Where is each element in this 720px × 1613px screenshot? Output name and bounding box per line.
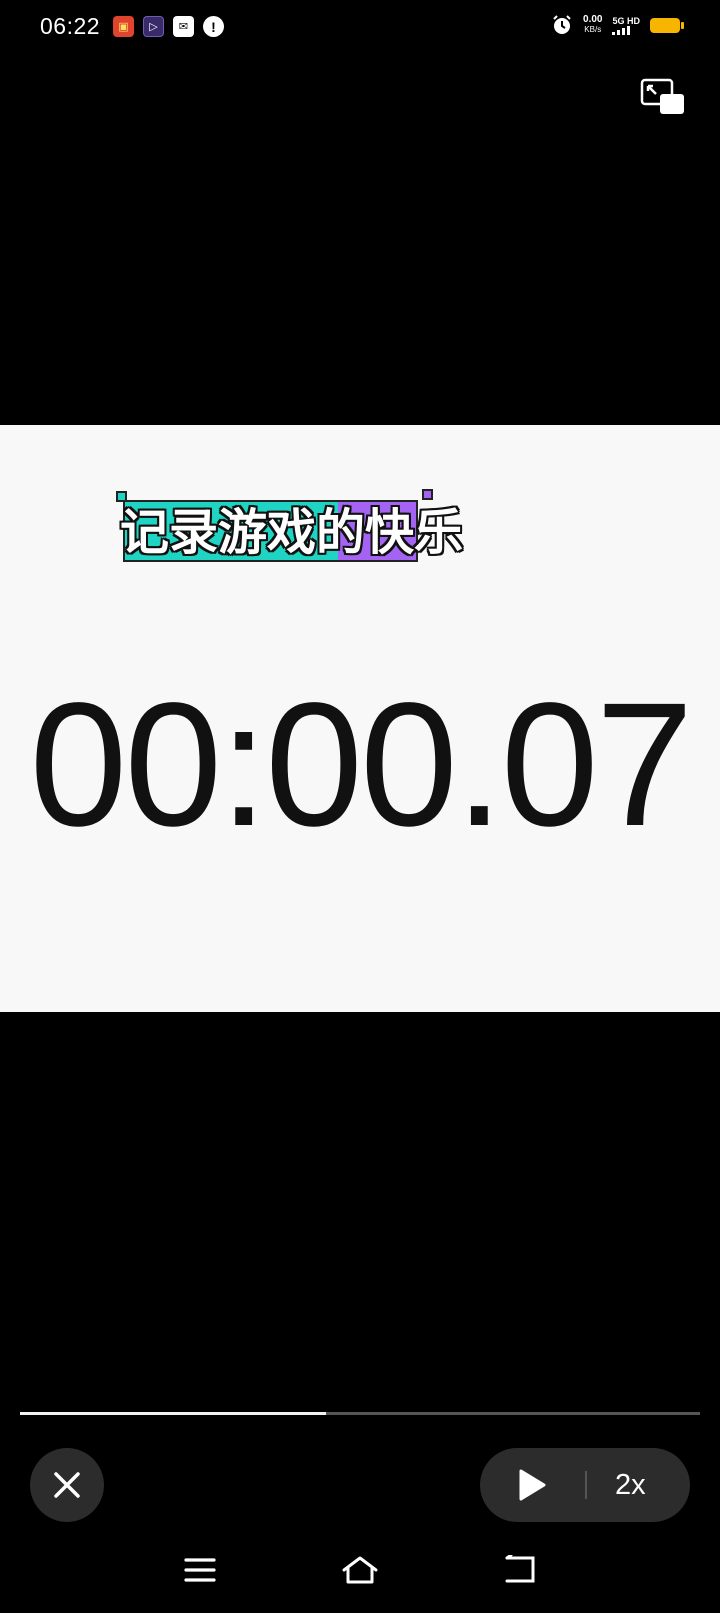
controls-divider [585,1471,587,1499]
network-speed-unit: KB/s [584,25,602,34]
video-frame[interactable]: 记录游戏的快乐 00:00.07 [0,425,720,1012]
menu-icon [184,1558,216,1582]
network-indicator: 5G HD [612,16,640,35]
back-icon [505,1555,535,1583]
signal-bars-icon [612,25,631,35]
stopwatch-display: 00:00.07 [29,667,693,863]
nav-home-button[interactable] [340,1550,380,1590]
close-button[interactable] [30,1448,104,1522]
play-icon [519,1469,546,1501]
close-icon [54,1472,80,1498]
caption-handle-top-right [422,489,433,500]
video-progress-fill [20,1412,326,1415]
alarm-icon [553,15,571,34]
nav-back-button[interactable] [500,1550,540,1590]
network-speed-value: 0.00 [583,14,603,25]
network-speed: 0.00 KB/s [583,15,602,35]
status-time: 06:22 [40,13,101,39]
notification-icons: ▣ ▷ ✉ ! [113,16,224,37]
status-bar: 06:22 ▣ ▷ ✉ ! 0.00 KB/s 5G HD [0,0,720,56]
mail-icon: ✉ [173,16,194,37]
alert-icon: ! [203,16,224,37]
picture-in-picture-button[interactable] [640,78,686,116]
network-type: 5G HD [612,15,640,26]
battery-icon [650,17,684,33]
home-icon [342,1556,378,1584]
play-button[interactable] [510,1465,554,1505]
playback-speed-button[interactable]: 2x [615,1468,646,1502]
status-right: 0.00 KB/s 5G HD [551,14,684,36]
video-progress-bar[interactable] [20,1412,700,1415]
app-notification-icon: ▣ [113,16,134,37]
caption-handle-top-left [116,491,127,502]
nav-menu-button[interactable] [180,1550,220,1590]
video-app-icon: ▷ [143,16,164,37]
picture-in-picture-icon [640,78,684,114]
playback-controls: 2x [480,1448,690,1522]
navigation-bar [0,1540,720,1600]
caption-text: 记录游戏的快乐 [120,504,464,561]
